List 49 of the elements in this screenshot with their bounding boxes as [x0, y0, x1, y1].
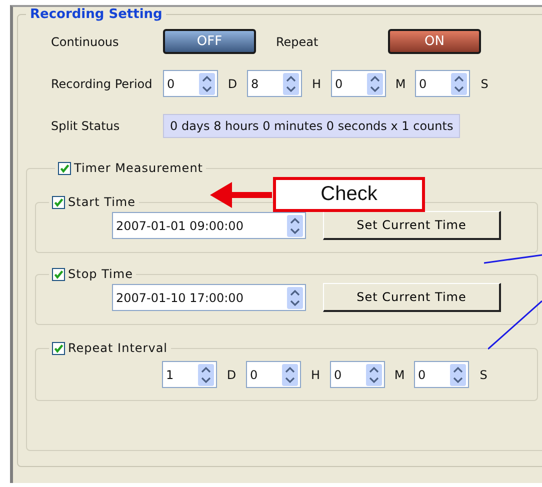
spin-field[interactable]: 0 [163, 70, 218, 97]
spin-field[interactable]: 0 [331, 70, 386, 97]
toggle-label: Continuous [51, 34, 120, 48]
spin-field[interactable]: 1 [162, 361, 217, 388]
spin-arrows-icon[interactable] [287, 286, 303, 308]
unit-label: D [226, 368, 238, 382]
spin-field[interactable]: 8 [247, 70, 302, 97]
status-field: 0 days 8 hours 0 minutes 0 seconds x 1 counts [163, 114, 460, 138]
callout-label: Check [273, 177, 425, 212]
unit-label: H [310, 368, 322, 382]
spin-arrows-icon[interactable] [287, 214, 303, 236]
spin-field[interactable]: 0 [415, 70, 470, 97]
spin-field[interactable]: 0 [246, 361, 301, 388]
checkbox[interactable] [52, 268, 65, 280]
field-label: Split Status [51, 118, 121, 132]
pointer-arrow [210, 182, 272, 208]
spin-arrows-icon[interactable] [366, 364, 382, 386]
set-current-time-button[interactable]: Set Current Time [323, 211, 501, 240]
checkbox-label: Start Time [68, 195, 136, 209]
spin-arrows-icon[interactable] [283, 72, 299, 94]
checkbox-label: Timer Measurement [74, 161, 203, 175]
spin-field[interactable]: 0 [414, 361, 469, 388]
spin-arrows-icon[interactable] [450, 364, 466, 386]
spin-arrows-icon[interactable] [198, 364, 214, 386]
unit-label: H [310, 76, 322, 90]
group-title: Recording Setting [29, 7, 164, 22]
toggle-switch[interactable]: ON [388, 29, 481, 54]
leader-line [488, 300, 542, 350]
unit-label: S [478, 368, 488, 382]
spin-arrows-icon[interactable] [282, 364, 298, 386]
datetime-field[interactable]: 2007-01-10 17:00:00 [112, 284, 306, 311]
unit-label: M [393, 368, 406, 382]
unit-label: M [394, 76, 407, 90]
checkbox[interactable] [58, 162, 71, 174]
checkbox-label: Repeat Interval [68, 341, 168, 355]
set-current-time-button[interactable]: Set Current Time [323, 283, 501, 312]
checkbox[interactable] [52, 196, 65, 208]
spin-arrows-icon[interactable] [367, 72, 383, 94]
unit-label: S [480, 76, 490, 90]
spin-arrows-icon[interactable] [451, 72, 467, 94]
unit-label: D [226, 76, 238, 90]
checkbox[interactable] [52, 342, 65, 354]
checkbox-label: Stop Time [68, 267, 133, 281]
spin-field[interactable]: 0 [330, 361, 385, 388]
field-label: Recording Period [51, 76, 154, 90]
toggle-label: Repeat [276, 34, 320, 48]
spin-arrows-icon[interactable] [199, 72, 215, 94]
leader-line [484, 254, 542, 264]
datetime-field[interactable]: 2007-01-01 09:00:00 [112, 212, 306, 239]
